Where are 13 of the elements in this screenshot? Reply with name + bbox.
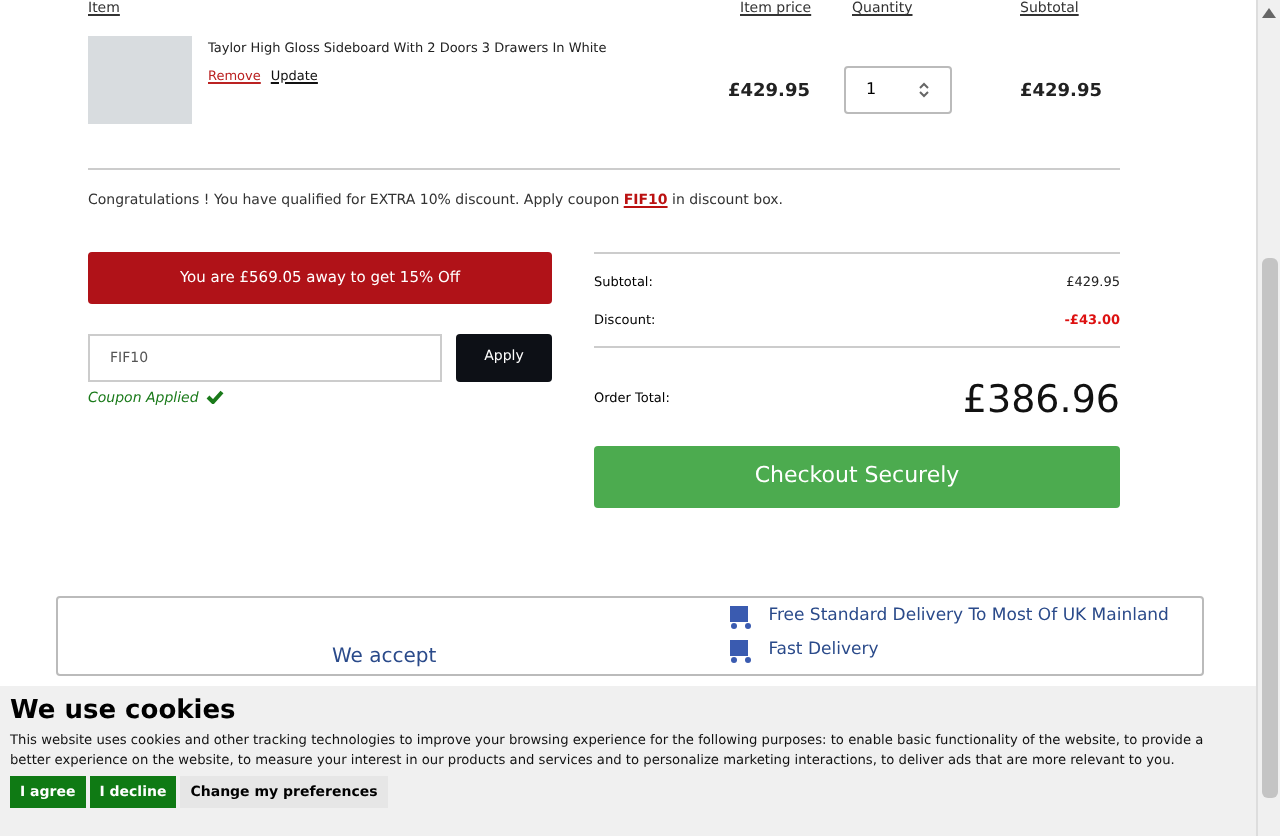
we-accept-title: We accept — [332, 643, 437, 671]
quantity-field[interactable]: 1 — [844, 66, 952, 114]
scrollbar-thumb[interactable] — [1261, 258, 1277, 798]
spinner-icon[interactable] — [918, 80, 930, 100]
scroll-up-icon[interactable] — [1262, 8, 1276, 18]
photo-placeholder — [88, 36, 192, 124]
delivery-text: Free Standard Delivery To Most Of UK Mainland — [768, 603, 1169, 629]
item-subtotal: £429.95 — [1020, 80, 1102, 106]
delivery-text: Fast Delivery — [768, 637, 879, 663]
cookie-title: We use cookies — [10, 696, 238, 726]
order-total-value: £386.96 — [962, 376, 1120, 426]
scrollbar[interactable] — [1256, 0, 1280, 836]
item-price: £429.95 — [728, 80, 812, 106]
